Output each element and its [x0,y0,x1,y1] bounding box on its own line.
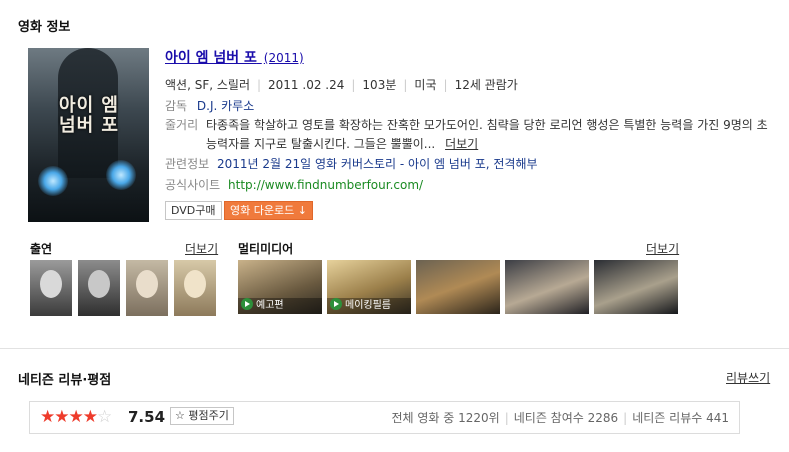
movie-year: (2011) [263,51,304,65]
official-site-row: 공식사이트 http://www.findnumberfour.com/ [165,176,423,193]
overall-rank: 전체 영화 중 1220위 [391,411,500,425]
multimedia-thumb-still[interactable] [505,260,589,314]
cast-photo[interactable] [174,260,216,316]
rating-score: 7.54 [128,408,166,426]
play-icon [241,298,253,310]
rating-stats: 전체 영화 중 1220위 | 네티즌 참여수 2286 | 네티즌 리뷰수 441 [391,411,729,425]
movie-poster[interactable]: 아이 엠 넘버 포 [28,48,149,222]
star-icon: ★ [40,407,55,427]
director-label: 감독 [165,99,188,113]
cast-more-link[interactable]: 더보기 [185,240,218,257]
genre: 액션, SF, 스릴러 [165,78,250,92]
synopsis: 타종족을 학살하고 영토를 확장하는 잔혹한 모가도어인. 침략을 당한 로리언… [206,116,778,154]
multimedia-title: 멀티미디어 [238,242,294,256]
multimedia-more-link[interactable]: 더보기 [646,240,679,257]
related-link[interactable]: 2011년 2월 21일 영화 커버스토리 - 아이 엠 넘버 포, 전격해부 [217,157,538,171]
cast-photo[interactable] [30,260,72,316]
release-date: 2011 .02 .24 [268,78,345,92]
section-divider [0,348,789,349]
age-rating: 12세 관람가 [454,78,518,92]
multimedia-thumb-still[interactable] [594,260,678,314]
cast-face [88,270,110,298]
star-empty-icon: ☆ [97,407,112,427]
movie-title-link[interactable]: 아이 엠 넘버 포 (2011) [165,47,304,67]
rating-box: ★★★★☆ 7.54 ☆ 평점주기 전체 영화 중 1220위 | 네티즌 참여수 … [29,401,740,434]
country: 미국 [414,78,437,92]
synopsis-more-link[interactable]: 더보기 [445,137,478,151]
related-row: 관련정보 2011년 2월 21일 영화 커버스토리 - 아이 엠 넘버 포, … [165,155,538,172]
runtime: 103분 [362,78,397,92]
poster-glow-right [106,160,136,190]
movie-download-button[interactable]: 영화 다운로드 ↓ [224,201,313,220]
cast-face [40,270,62,298]
director-link[interactable]: D.J. 카루소 [197,99,254,113]
section-title: 영화 정보 [18,20,71,35]
related-label: 관련정보 [165,157,210,171]
review-count: 네티즌 리뷰수 441 [632,411,729,425]
poster-title-line1: 아이 엠 [59,95,119,116]
cast-photo[interactable] [78,260,120,316]
poster-title: 아이 엠 넘버 포 [56,96,122,136]
movie-title: 아이 엠 넘버 포 [165,50,257,66]
synopsis-label: 줄거리 [165,118,199,132]
participant-count: 네티즌 참여수 2286 [513,411,619,425]
multimedia-thumb-still[interactable] [416,260,500,314]
review-section-title: 네티즌 리뷰·평점 [18,373,112,388]
star-rating: ★★★★☆ [40,407,112,427]
poster-title-line2: 넘버 포 [59,115,119,136]
play-icon [330,298,342,310]
rate-button[interactable]: ☆ 평점주기 [170,407,234,425]
dvd-purchase-button[interactable]: DVD구매 [165,201,222,220]
cast-face [184,270,206,298]
multimedia-thumb-trailer[interactable]: 예고편 [238,260,322,314]
official-site-label: 공식사이트 [165,178,221,192]
director-row: 감독 D.J. 카루소 [165,97,254,114]
star-icon: ★ [54,407,69,427]
cast-photo[interactable] [126,260,168,316]
star-icon: ★ [68,407,84,427]
poster-glow-left [38,166,68,196]
multimedia-thumb-making[interactable]: 메이킹필름 [327,260,411,314]
cast-title: 출연 [30,242,53,256]
star-icon: ★ [82,407,98,427]
write-review-link[interactable]: 리뷰쓰기 [726,369,770,386]
cast-face [136,270,158,298]
synopsis-text: 타종족을 학살하고 영토를 확장하는 잔혹한 모가도어인. 침략을 당한 로리언… [206,118,768,151]
multimedia-caption: 예고편 [238,298,322,314]
movie-meta: 액션, SF, 스릴러 | 2011 .02 .24 | 103분 | 미국 | 12세 관람가 [165,78,518,92]
official-site-link[interactable]: http://www.findnumberfour.com/ [228,178,423,192]
multimedia-caption: 메이킹필름 [327,298,411,314]
